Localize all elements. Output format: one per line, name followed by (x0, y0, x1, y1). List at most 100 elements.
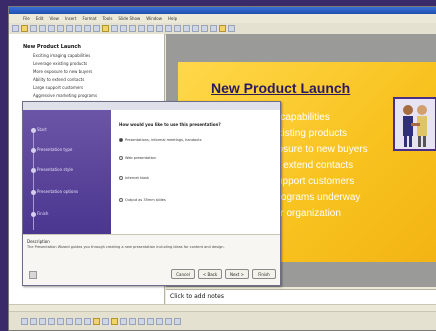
menu-insert[interactable]: Insert (65, 16, 76, 21)
menu-edit[interactable]: Edit (36, 16, 44, 21)
back-button[interactable]: < Back (198, 269, 222, 279)
option-row[interactable]: Web presentation (119, 156, 269, 161)
dialog-title-bar (23, 102, 280, 110)
bold-icon[interactable] (138, 25, 145, 32)
undo-icon[interactable] (84, 25, 91, 32)
slide-title[interactable]: New Product Launch (211, 80, 350, 96)
zoom-icon[interactable] (120, 25, 127, 32)
step-dot (31, 168, 36, 173)
print-icon[interactable] (39, 25, 46, 32)
step-finish[interactable]: Finish (37, 211, 48, 216)
help-icon[interactable] (129, 25, 136, 32)
numbering-icon[interactable] (192, 25, 199, 32)
radio[interactable] (119, 156, 123, 160)
slide-bullet[interactable]: posure to new buyers (272, 144, 368, 155)
option-row[interactable]: Output as 35mm slides (119, 198, 269, 203)
italic-icon[interactable] (147, 25, 154, 32)
autoshapes-icon[interactable] (39, 318, 46, 325)
spelling-icon[interactable] (48, 25, 55, 32)
option-row[interactable]: Presentations, informal meetings, handou… (119, 138, 269, 143)
next-button[interactable]: Next > (225, 269, 249, 279)
option-row[interactable]: Internet kiosk (119, 176, 269, 181)
rectangle-icon[interactable] (66, 318, 73, 325)
outline-item[interactable]: Aggressive marketing programs (33, 93, 97, 98)
line-icon[interactable] (48, 318, 55, 325)
dash-style-icon[interactable] (147, 318, 154, 325)
menu-slideshow[interactable]: Slide Show (118, 16, 140, 21)
fill-color-icon[interactable] (111, 318, 118, 325)
font-color-icon[interactable] (129, 318, 136, 325)
textbox-icon[interactable] (84, 318, 91, 325)
step-presentation-options[interactable]: Presentation options (37, 189, 78, 194)
notes-placeholder: Click to add notes (170, 293, 224, 300)
shadow-icon[interactable] (165, 318, 172, 325)
description-text: The Presentation Wizard guides you throu… (27, 245, 225, 249)
new-slide-icon[interactable] (228, 25, 235, 32)
underline-icon[interactable] (156, 25, 163, 32)
step-start[interactable]: Start (37, 127, 47, 132)
slide-bullet[interactable]: to extend contacts (272, 160, 353, 171)
align-left-icon[interactable] (165, 25, 172, 32)
option-label: Internet kiosk (125, 176, 150, 180)
menu-format[interactable]: Format (82, 16, 96, 21)
insert-chart-icon[interactable] (102, 25, 109, 32)
arrow-icon[interactable] (57, 318, 64, 325)
cut-icon[interactable] (57, 25, 64, 32)
outline-title: New Product Launch (23, 44, 81, 50)
menu-tools[interactable]: Tools (103, 16, 113, 21)
paste-icon[interactable] (75, 25, 82, 32)
copy-icon[interactable] (66, 25, 73, 32)
slide-bullet[interactable]: programs underway (272, 192, 360, 203)
help-icon[interactable] (29, 271, 37, 279)
redo-icon[interactable] (93, 25, 100, 32)
step-presentation-style[interactable]: Presentation style (37, 167, 73, 172)
outline-item[interactable]: Leverage existing products (33, 61, 87, 66)
font-size-down-icon[interactable] (210, 25, 217, 32)
draw-menu-icon[interactable] (21, 318, 28, 325)
menu-view[interactable]: View (49, 16, 59, 21)
radio[interactable] (119, 176, 123, 180)
outline-item[interactable]: Large support customers (33, 85, 83, 90)
menu-window[interactable]: Window (146, 16, 162, 21)
slide-bullet[interactable]: support customers (272, 176, 354, 187)
3d-icon[interactable] (174, 318, 181, 325)
clipart-icon[interactable] (102, 318, 109, 325)
line-color-icon[interactable] (120, 318, 127, 325)
title-bar (9, 7, 436, 14)
arrow-style-icon[interactable] (156, 318, 163, 325)
menu-help[interactable]: Help (168, 16, 177, 21)
slide-bullet[interactable]: existing products (272, 128, 347, 139)
save-icon[interactable] (30, 25, 37, 32)
menu-bar: File Edit View Insert Format Tools Slide… (9, 14, 436, 23)
description-label: Description (27, 239, 50, 244)
bullets-icon[interactable] (183, 25, 190, 32)
menu-file[interactable]: File (23, 16, 30, 21)
insert-table-icon[interactable] (111, 25, 118, 32)
step-dot (31, 148, 36, 153)
finish-button[interactable]: Finish (252, 269, 276, 279)
outline-item[interactable]: Ability to extend contacts (33, 77, 84, 82)
description-area: Description The Presentation Wizard guid… (23, 234, 280, 265)
wordart-icon[interactable] (93, 318, 100, 325)
design-icon[interactable] (219, 25, 226, 32)
step-presentation-type[interactable]: Presentation type (37, 147, 72, 152)
line-style-icon[interactable] (138, 318, 145, 325)
select-arrow-icon[interactable] (30, 318, 37, 325)
slide-bullet[interactable]: ter organization (272, 208, 341, 219)
outline-item[interactable]: More exposure to new buyers (33, 69, 92, 74)
dialog-buttons: Cancel < Back Next > Finish (23, 264, 280, 285)
cancel-button[interactable]: Cancel (171, 269, 195, 279)
clipart-image[interactable] (393, 97, 436, 151)
new-icon[interactable] (12, 25, 19, 32)
align-center-icon[interactable] (174, 25, 181, 32)
radio[interactable] (119, 198, 123, 202)
step-dot (31, 190, 36, 195)
oval-icon[interactable] (75, 318, 82, 325)
open-icon[interactable] (21, 25, 28, 32)
radio-selected[interactable] (119, 138, 123, 142)
autocontent-wizard-dialog: Start Presentation type Presentation sty… (22, 101, 281, 286)
wizard-heading: How would you like to use this presentat… (119, 122, 221, 127)
outline-item[interactable]: Exciting imaging capabilities (33, 53, 90, 58)
font-size-up-icon[interactable] (201, 25, 208, 32)
notes-pane[interactable]: Click to add notes (166, 289, 436, 305)
